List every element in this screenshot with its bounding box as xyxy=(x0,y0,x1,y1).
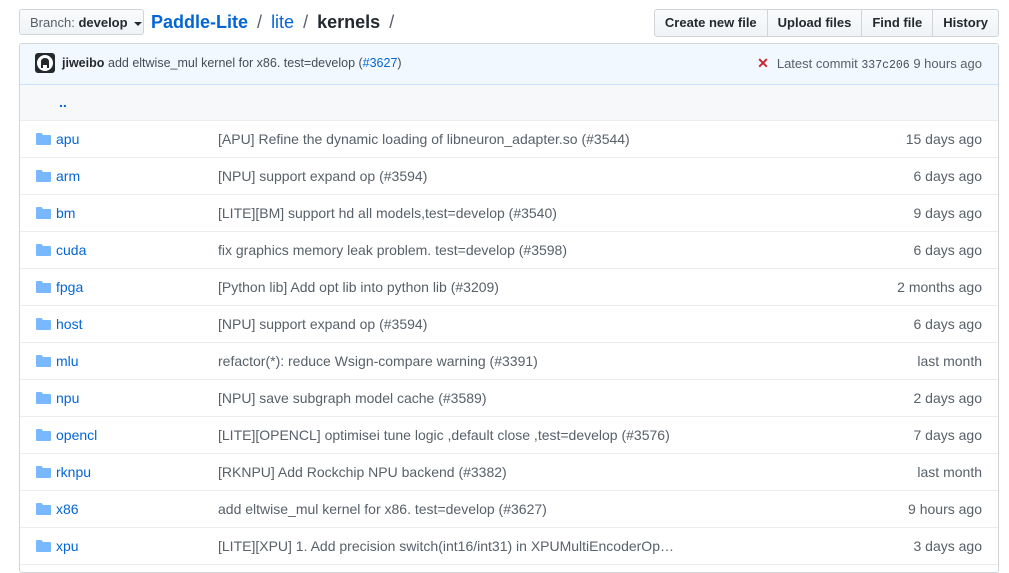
file-commit-message[interactable]: fix graphics memory leak problem. test=d… xyxy=(218,242,567,258)
file-age: 6 days ago xyxy=(913,242,983,258)
table-row[interactable]: mlu refactor(*): reduce Wsign-compare war… xyxy=(20,343,998,380)
file-age: 3 days ago xyxy=(913,538,983,554)
file-commit-message[interactable]: add eltwise_mul kernel for x86. test=dev… xyxy=(218,501,547,517)
file-name-link[interactable]: npu xyxy=(56,390,79,406)
latest-commit: ✕ Latest commit 337c206 9 hours ago xyxy=(757,55,982,72)
file-name-link[interactable]: opencl xyxy=(56,427,97,443)
latest-commit-label: Latest commit xyxy=(776,56,858,71)
table-row[interactable]: host [NPU] support expand op (#3594) 6 day… xyxy=(20,306,998,343)
commit-message-text[interactable]: add eltwise_mul kernel for x86. test=dev… xyxy=(108,56,363,70)
file-commit-message[interactable]: [APU] Refine the dynamic loading of libn… xyxy=(218,131,630,147)
table-row[interactable]: xpu [LITE][XPU] 1. Add precision switch(i… xyxy=(20,528,998,565)
table-row[interactable]: npu [NPU] save subgraph model cache (#358… xyxy=(20,380,998,417)
table-row[interactable]: opencl [LITE][OPENCL] optimisei tune logi… xyxy=(20,417,998,454)
file-name-link[interactable]: arm xyxy=(56,168,80,184)
folder-icon xyxy=(36,281,51,293)
breadcrumb-lite-link[interactable]: lite xyxy=(271,12,294,32)
file-name-link[interactable]: host xyxy=(56,316,82,332)
table-row[interactable]: fpga [Python lib] Add opt lib into python… xyxy=(20,269,998,306)
commit-message[interactable]: add eltwise_mul kernel for x86. test=dev… xyxy=(108,56,402,70)
file-age: 9 hours ago xyxy=(908,501,982,517)
commit-pr-link[interactable]: #3627 xyxy=(363,56,398,70)
file-age: 6 days ago xyxy=(913,168,983,184)
avatar[interactable] xyxy=(35,53,55,73)
commit-time: 9 hours ago xyxy=(913,56,982,71)
file-commit-message[interactable]: [NPU] save subgraph model cache (#3589) xyxy=(218,390,486,406)
file-name-link[interactable]: bm xyxy=(56,205,75,221)
breadcrumb-separator: / xyxy=(303,12,309,32)
upload-files-button[interactable]: Upload files xyxy=(766,9,863,37)
file-commit-message[interactable]: [NPU] support expand op (#3594) xyxy=(218,168,427,184)
table-row[interactable]: apu [APU] Refine the dynamic loading of l… xyxy=(20,121,998,158)
file-list: jiweibo add eltwise_mul kernel for x86. … xyxy=(19,43,999,573)
file-name-link[interactable]: fpga xyxy=(56,279,83,295)
create-new-file-button[interactable]: Create new file xyxy=(653,9,768,37)
breadcrumb: Paddle-Lite / lite / kernels / xyxy=(151,10,398,34)
folder-icon xyxy=(36,170,51,182)
folder-icon xyxy=(36,318,51,330)
table-row[interactable]: arm [NPU] support expand op (#3594) 6 days… xyxy=(20,158,998,195)
file-name-link[interactable]: apu xyxy=(56,131,79,147)
file-name-link[interactable]: xpu xyxy=(56,538,79,554)
file-rows: apu [APU] Refine the dynamic loading of l… xyxy=(20,121,998,565)
x-icon[interactable]: ✕ xyxy=(757,55,769,71)
table-row[interactable]: rknpu [RKNPU] Add Rockchip NPU backend (#… xyxy=(20,454,998,491)
file-name-link[interactable]: x86 xyxy=(56,501,79,517)
table-row[interactable]: x86 add eltwise_mul kernel for x86. test=… xyxy=(20,491,998,528)
breadcrumb-separator: / xyxy=(389,12,395,32)
file-name-link[interactable]: cuda xyxy=(56,242,86,258)
commit-sha[interactable]: 337c206 xyxy=(861,59,909,72)
breadcrumb-separator: / xyxy=(257,12,263,32)
file-commit-message[interactable]: [LITE][BM] support hd all models,test=de… xyxy=(218,205,557,221)
history-button[interactable]: History xyxy=(932,9,999,37)
file-commit-message[interactable]: [RKNPU] Add Rockchip NPU backend (#3382) xyxy=(218,464,507,480)
github-octocat-icon xyxy=(37,55,53,71)
table-row[interactable]: cuda fix graphics memory leak problem. te… xyxy=(20,232,998,269)
commit-author[interactable]: jiweibo xyxy=(62,56,104,70)
file-commit-message[interactable]: refactor(*): reduce Wsign-compare warnin… xyxy=(218,353,538,369)
branch-name: develop xyxy=(78,15,128,30)
table-row[interactable]: bm [LITE][BM] support hd all models,test=… xyxy=(20,195,998,232)
file-age: 6 days ago xyxy=(913,316,983,332)
file-name-link[interactable]: rknpu xyxy=(56,464,91,480)
branch-select-button[interactable]: Branch: develop xyxy=(19,9,144,35)
breadcrumb-repo-link[interactable]: Paddle-Lite xyxy=(151,12,248,32)
parent-directory-row[interactable]: .. xyxy=(20,85,998,121)
folder-icon xyxy=(36,207,51,219)
file-age: last month xyxy=(917,464,982,480)
file-age: 7 days ago xyxy=(913,427,983,443)
commit-tease: jiweibo add eltwise_mul kernel for x86. … xyxy=(20,44,998,85)
file-navigation: Branch: develop Paddle-Lite / lite / ker… xyxy=(19,9,999,37)
folder-icon xyxy=(36,466,51,478)
file-age: 2 days ago xyxy=(913,390,983,406)
file-age: 9 days ago xyxy=(913,205,983,221)
file-commit-message[interactable]: [NPU] support expand op (#3594) xyxy=(218,316,427,332)
folder-icon xyxy=(36,429,51,441)
file-age: last month xyxy=(917,353,982,369)
file-actions: Create new file Upload files Find file H… xyxy=(653,9,999,37)
breadcrumb-current: kernels xyxy=(317,12,381,32)
file-commit-message[interactable]: [Python lib] Add opt lib into python lib… xyxy=(218,279,499,295)
parent-directory-link[interactable]: .. xyxy=(59,94,67,110)
caret-down-icon xyxy=(134,21,143,26)
file-name-link[interactable]: mlu xyxy=(56,353,79,369)
folder-icon xyxy=(36,503,51,515)
file-commit-message[interactable]: [LITE][OPENCL] optimisei tune logic ,def… xyxy=(218,427,670,443)
find-file-button[interactable]: Find file xyxy=(861,9,934,37)
commit-message-close: ) xyxy=(397,56,402,70)
folder-icon xyxy=(36,392,51,404)
folder-icon xyxy=(36,133,51,145)
folder-icon xyxy=(36,244,51,256)
folder-icon xyxy=(36,540,51,552)
file-age: 2 months ago xyxy=(897,279,982,295)
branch-label: Branch: xyxy=(30,15,75,30)
file-age: 15 days ago xyxy=(905,131,982,147)
folder-icon xyxy=(36,355,51,367)
file-commit-message[interactable]: [LITE][XPU] 1. Add precision switch(int1… xyxy=(218,538,674,554)
